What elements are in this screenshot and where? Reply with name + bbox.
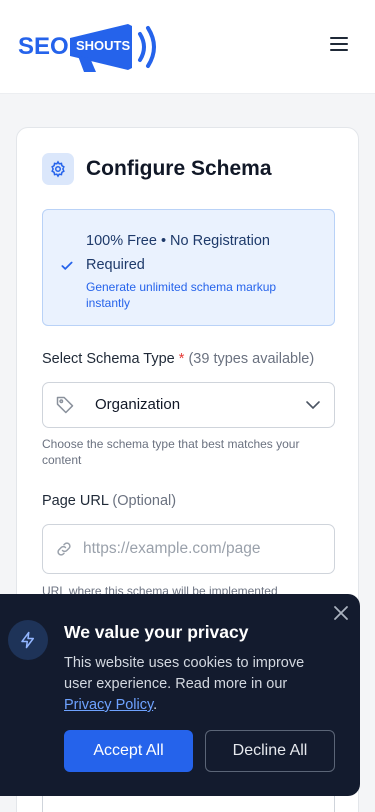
cookie-text-end: .: [153, 697, 158, 713]
required-marker: *: [178, 351, 185, 367]
privacy-policy-link[interactable]: Privacy Policy: [64, 697, 153, 713]
promo-subtitle: Generate unlimited schema markup instant…: [86, 280, 277, 310]
cookie-consent-banner: We value your privacy This website uses …: [0, 594, 360, 796]
page-url-field[interactable]: [42, 524, 335, 574]
schema-type-count: (39 types available): [188, 351, 315, 367]
accept-all-button[interactable]: Accept All: [64, 730, 193, 772]
link-icon: [57, 542, 71, 556]
schema-type-select[interactable]: Organization: [42, 382, 335, 428]
schema-type-label: Select Schema Type * (39 types available…: [42, 351, 314, 367]
gear-icon: [42, 153, 74, 185]
logo-text-shouts: SHOUTS: [76, 38, 131, 53]
schema-type-hint: Choose the schema type that best matches…: [42, 437, 300, 467]
hamburger-menu-icon[interactable]: [328, 37, 350, 57]
lightning-icon: [8, 620, 48, 660]
page-url-label-text: Page URL: [42, 493, 109, 509]
cookie-text: This website uses cookies to improve use…: [64, 653, 334, 716]
check-icon: [61, 261, 73, 270]
card-title: Configure Schema: [86, 157, 272, 180]
chevron-down-icon: [306, 401, 320, 410]
decline-all-button[interactable]: Decline All: [205, 730, 335, 772]
site-header: SEO SHOUTS: [0, 0, 375, 94]
close-icon[interactable]: [332, 604, 350, 622]
free-promo-box: 100% Free • No Registration Required Gen…: [42, 209, 335, 326]
page-url-input[interactable]: [83, 533, 323, 565]
cookie-title: We value your privacy: [64, 622, 249, 642]
optional-marker: (Optional): [112, 493, 177, 509]
site-logo[interactable]: SEO SHOUTS: [18, 18, 168, 78]
page-url-label: Page URL (Optional): [42, 493, 176, 509]
cookie-text-body: This website uses cookies to improve use…: [64, 655, 305, 692]
promo-title: 100% Free • No Registration Required: [86, 233, 270, 273]
logo-text-seo: SEO: [18, 33, 69, 60]
schema-type-selected: Organization: [95, 396, 181, 413]
tag-icon: [56, 396, 74, 414]
schema-type-label-text: Select Schema Type: [42, 351, 175, 367]
